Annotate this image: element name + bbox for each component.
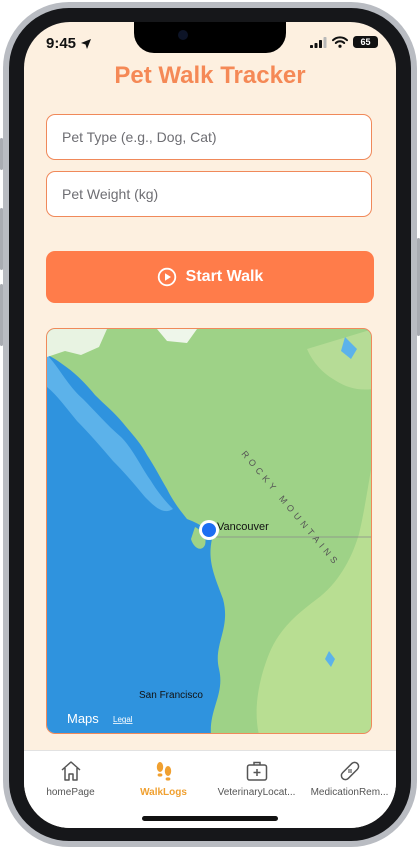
status-bar-indicators: 65: [310, 36, 378, 48]
city-label-south: San Francisco: [139, 690, 203, 701]
map-legal-link[interactable]: Legal: [113, 715, 133, 724]
notch: [134, 22, 286, 53]
tab-medication[interactable]: MedicationRem...: [303, 751, 396, 809]
user-location-dot: [202, 523, 216, 537]
footprints-icon: [156, 762, 171, 781]
play-circle-icon: [157, 267, 176, 287]
pet-weight-input[interactable]: [47, 172, 371, 216]
location-arrow-icon: [81, 38, 92, 49]
volume-down-button: [0, 284, 3, 346]
app-screen: 9:45 65 Pet Walk Tracker Start Walk: [24, 22, 396, 828]
volume-up-button: [0, 208, 3, 270]
map-canvas: ROCKY MOUNTAINS Vancouver San Francisco …: [47, 329, 371, 733]
wifi-icon: [332, 36, 348, 48]
medical-bag-icon: [246, 761, 267, 781]
pet-type-field[interactable]: [46, 114, 372, 160]
tab-medication-label: MedicationRem...: [310, 787, 389, 798]
clock: 9:45: [46, 35, 77, 52]
start-walk-button[interactable]: Start Walk: [46, 251, 374, 303]
tab-veterinary-label: VeterinaryLocat...: [217, 787, 296, 798]
home-indicator: [142, 816, 278, 821]
pet-weight-field[interactable]: [46, 171, 372, 217]
page-title: Pet Walk Tracker: [114, 62, 306, 89]
tab-home-label: homePage: [46, 787, 95, 798]
camera: [178, 30, 188, 40]
tab-walk-logs-label: WalkLogs: [140, 787, 187, 798]
pet-type-input[interactable]: [47, 115, 371, 159]
maps-logo: Maps: [67, 711, 99, 726]
silent-switch: [0, 138, 3, 170]
bandage-icon: [340, 761, 359, 781]
start-walk-label: Start Walk: [185, 268, 264, 285]
city-label-current: Vancouver: [217, 521, 269, 533]
tab-veterinary[interactable]: VeterinaryLocat...: [210, 751, 303, 809]
tab-home[interactable]: homePage: [24, 751, 117, 809]
battery-icon: 65: [353, 36, 378, 48]
cellular-signal-icon: [310, 36, 327, 48]
status-bar-time: 9:45: [46, 35, 92, 52]
tab-bar: homePage WalkLogs VeterinaryLocat... Med…: [24, 750, 396, 828]
house-icon: [61, 761, 80, 781]
map-view[interactable]: ROCKY MOUNTAINS Vancouver San Francisco …: [46, 328, 372, 734]
tab-walk-logs[interactable]: WalkLogs: [117, 751, 210, 809]
